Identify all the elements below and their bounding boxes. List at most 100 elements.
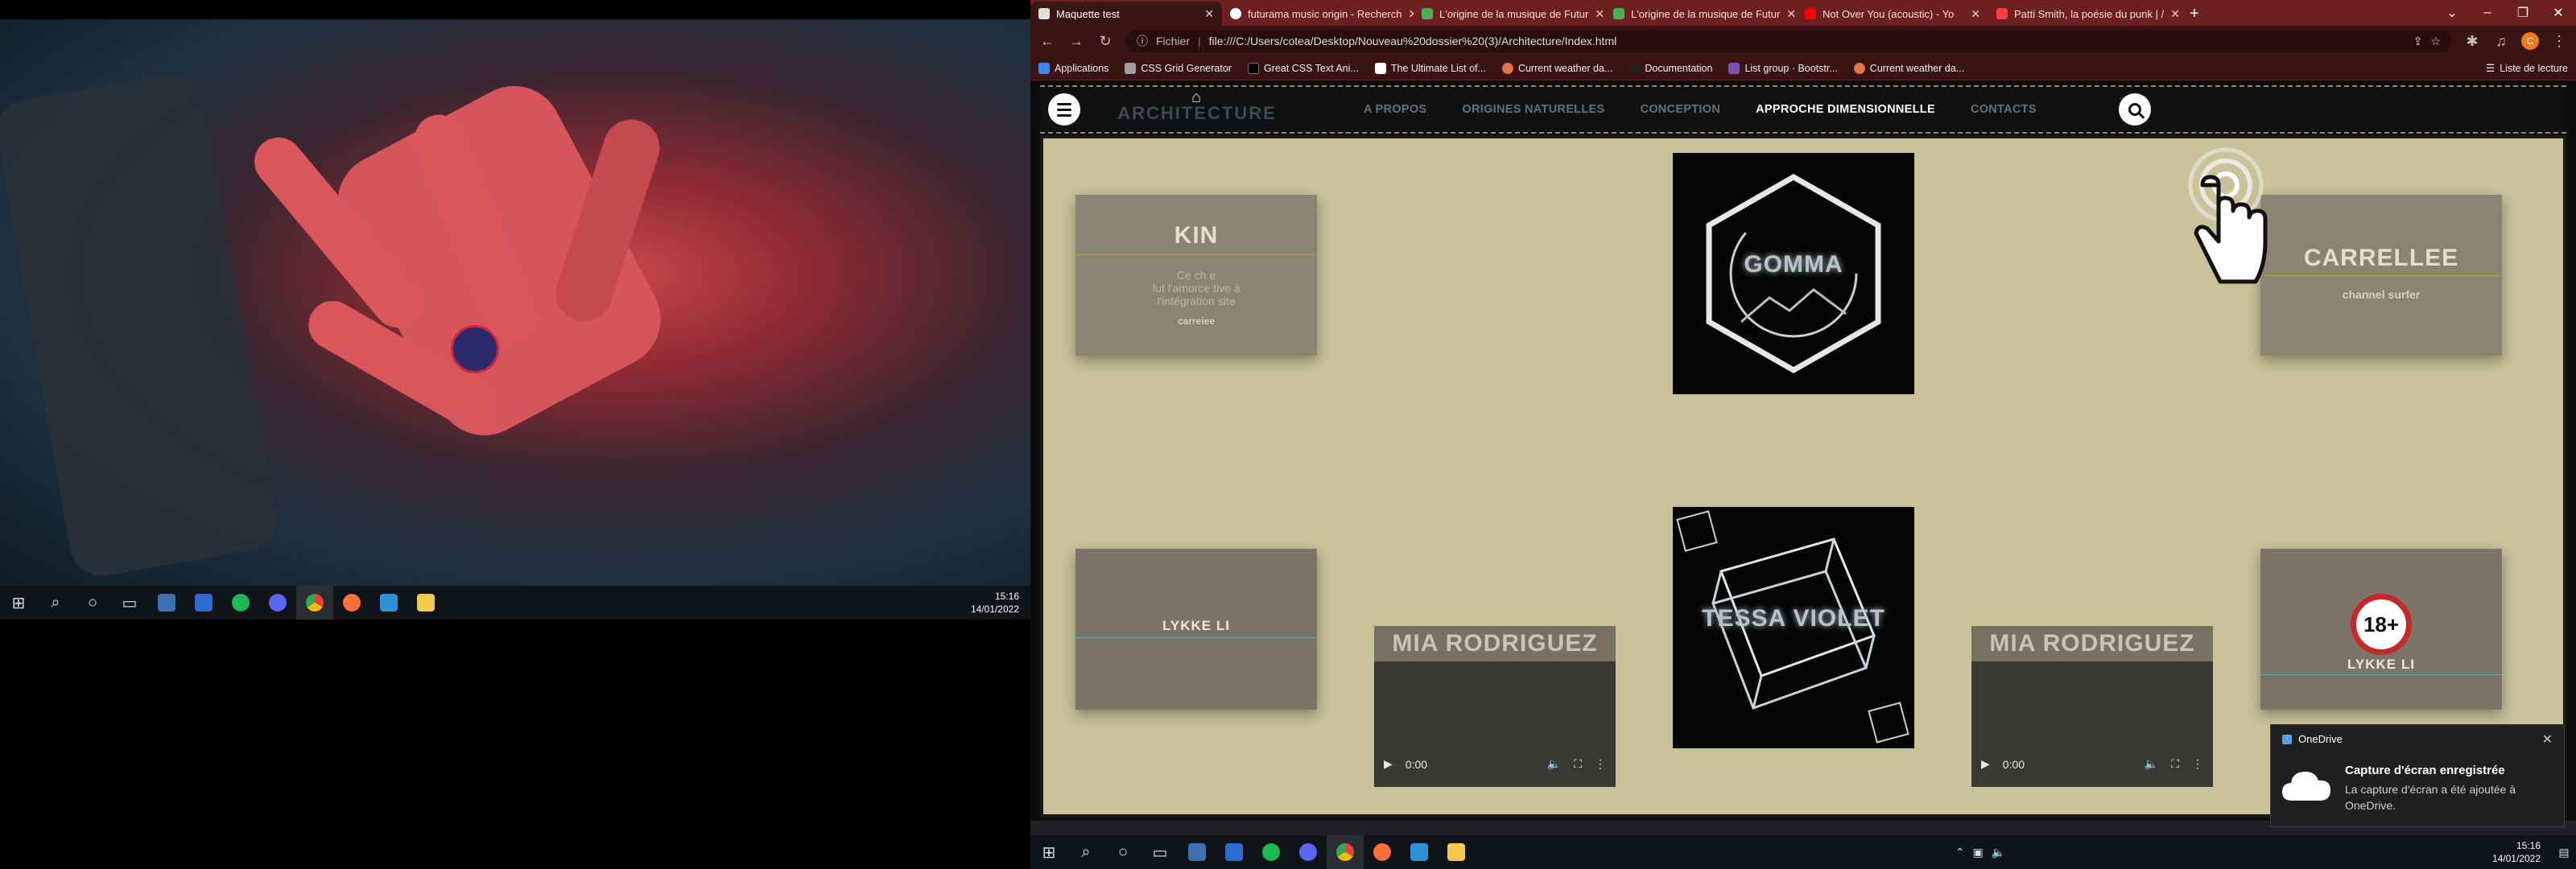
spotify-icon[interactable] (1253, 835, 1290, 869)
vscode-icon[interactable] (1401, 835, 1438, 869)
volume-icon[interactable]: 🔈 (2145, 757, 2158, 771)
extensions-icon[interactable]: ✱ (2463, 33, 2481, 50)
card-gomma[interactable]: GOMMA (1673, 153, 1914, 394)
tab-maquette-test[interactable]: Maquette test ✕ (1030, 2, 1222, 26)
tray-chevron-icon[interactable]: ⌃ (1955, 846, 1965, 859)
card-subtitle: channel surfer (2342, 288, 2421, 301)
discord-icon[interactable] (259, 586, 296, 620)
play-icon[interactable]: ▶ (1384, 757, 1393, 771)
vscode-icon[interactable] (370, 586, 407, 620)
photos-icon[interactable] (185, 586, 222, 620)
address-bar[interactable]: ⓘ Fichier | file:///C:/Users/cotea/Deskt… (1125, 30, 2452, 52)
calculator-icon[interactable] (1179, 835, 1216, 869)
bookmark-star-icon[interactable]: ☆ (2430, 35, 2441, 48)
search-icon[interactable]: ⌕ (1067, 835, 1104, 869)
youtube-favicon-icon (1996, 8, 2008, 19)
nav-link-approche[interactable]: APPROCHE DIMENSIONNELLE (1738, 103, 1953, 116)
task-view-icon[interactable]: ▭ (1141, 835, 1179, 869)
close-tab-icon[interactable]: ✕ (2170, 7, 2180, 21)
right-clock[interactable]: 15:16 14/01/2022 (2492, 839, 2552, 865)
video-card-mia-left[interactable]: MIA RODRIGUEZ ▶ 0:00 🔈 ⛶ ⋮ (1374, 626, 1616, 787)
bookmark-css-text[interactable]: Great CSS Text Ani... (1247, 62, 1359, 74)
bookmark-css-grid[interactable]: CSS Grid Generator (1125, 62, 1232, 74)
back-icon[interactable]: ← (1038, 33, 1056, 50)
forward-icon[interactable]: → (1067, 33, 1085, 50)
card-lykke-li[interactable]: LYKKE LI (1075, 549, 1317, 710)
search-icon[interactable]: ⌕ (37, 586, 74, 620)
left-clock-time: 15:16 (994, 591, 1019, 602)
volume-tray-icon[interactable]: 🔈 (1992, 846, 2005, 859)
restore-icon[interactable]: ❐ (2505, 5, 2541, 21)
nav-link-origines[interactable]: ORIGINES NATURELLES (1444, 103, 1622, 116)
nav-link-contacts[interactable]: CONTACTS (1953, 103, 2054, 116)
cortana-icon[interactable]: ○ (74, 586, 111, 620)
chrome-icon[interactable] (1327, 835, 1364, 869)
card-tessa-violet[interactable]: TESSA VIOLET (1673, 507, 1914, 748)
nav-link-conception[interactable]: CONCEPTION (1622, 103, 1738, 116)
photos-icon[interactable] (1216, 835, 1253, 869)
bookmark-weather-2[interactable]: Current weather da... (1853, 62, 1964, 74)
notification-center-icon[interactable]: ▤ (2552, 846, 2576, 859)
site-logo[interactable]: ARCHITECTURE (1096, 95, 1298, 124)
play-icon[interactable]: ▶ (1981, 757, 1990, 771)
video-time: 0:00 (1405, 757, 1428, 771)
card-carrellee[interactable]: CARRELLEE channel surfer (2260, 195, 2502, 356)
volume-icon[interactable]: 🔈 (1547, 757, 1561, 771)
bookmark-weather-1[interactable]: Current weather da... (1501, 62, 1612, 74)
file-explorer-icon[interactable] (1438, 835, 1475, 869)
window-controls: ⌄ – ❐ ✕ (2434, 0, 2576, 26)
more-menu-icon[interactable]: ⋮ (2550, 33, 2568, 50)
reload-icon[interactable]: ↻ (1096, 33, 1114, 50)
file-explorer-icon[interactable] (407, 586, 444, 620)
bookmark-label: Documentation (1645, 62, 1713, 74)
tab-origine-musique-1[interactable]: L'origine de la musique de Futur ✕ (1414, 2, 1605, 26)
card-kin[interactable]: KIN Ce ch e fut l'amorce tive à l'intégr… (1075, 195, 1317, 356)
firefox-icon[interactable] (1364, 835, 1401, 869)
tab-origine-musique-2[interactable]: L'origine de la musique de Futur ✕ (1605, 2, 1797, 26)
chrome-icon[interactable] (296, 586, 333, 620)
card-lykke-li-18[interactable]: 18+ LYKKE LI (2260, 549, 2502, 710)
close-notification-icon[interactable]: ✕ (2542, 731, 2553, 748)
tab-search-icon[interactable]: ⌄ (2434, 5, 2470, 21)
close-window-icon[interactable]: ✕ (2541, 5, 2576, 21)
cloud-icon (2282, 772, 2330, 801)
close-tab-icon[interactable]: ✕ (1595, 7, 1604, 21)
onedrive-notification[interactable]: OneDrive ✕ Capture d'écran enregistrée L… (2270, 724, 2565, 827)
close-tab-icon[interactable]: ✕ (1204, 7, 1214, 21)
network-icon[interactable]: ▣ (1973, 846, 1984, 859)
site-search-button[interactable] (2118, 93, 2151, 126)
bookmark-documentation[interactable]: Documentation (1629, 62, 1713, 74)
media-icon[interactable]: ♫ (2492, 33, 2510, 50)
bookmark-bootstrap[interactable]: List group · Bootstr... (1728, 62, 1838, 74)
cortana-icon[interactable]: ○ (1104, 835, 1141, 869)
more-options-icon[interactable]: ⋮ (2192, 757, 2203, 771)
info-icon[interactable]: ⓘ (1137, 33, 1148, 49)
fullscreen-icon[interactable]: ⛶ (2171, 757, 2179, 771)
windows-start-icon[interactable]: ⊞ (0, 586, 37, 620)
close-tab-icon[interactable]: ✕ (1786, 7, 1796, 21)
hamburger-menu-button[interactable] (1048, 93, 1080, 126)
bookmark-ultimate-list[interactable]: The Ultimate List of... (1374, 62, 1486, 74)
spotify-icon[interactable] (222, 586, 259, 620)
calculator-icon[interactable] (148, 586, 185, 620)
more-options-icon[interactable]: ⋮ (1595, 757, 1606, 771)
new-tab-button[interactable]: + (2180, 2, 2209, 26)
fullscreen-icon[interactable]: ⛶ (1574, 757, 1582, 771)
tab-patti-smith[interactable]: Patti Smith, la poésie du punk | / ✕ (1988, 2, 2180, 26)
bookmark-applications[interactable]: Applications (1038, 62, 1108, 74)
close-tab-icon[interactable]: ✕ (1971, 7, 1980, 21)
left-clock[interactable]: 15:16 14/01/2022 (971, 590, 1030, 616)
video-card-mia-right[interactable]: MIA RODRIGUEZ ▶ 0:00 🔈 ⛶ ⋮ (1971, 626, 2213, 787)
task-view-icon[interactable]: ▭ (111, 586, 148, 620)
nav-link-a-propos[interactable]: A PROPOS (1346, 103, 1444, 116)
tab-not-over-you[interactable]: Not Over You (acoustic) - Yo ✕ (1797, 2, 1988, 26)
reading-list[interactable]: ☰ Liste de lecture (2486, 62, 2568, 75)
tab-futurama-search[interactable]: futurama music origin - Recherch ✕ (1222, 2, 1414, 26)
notification-title: Capture d'écran enregistrée (2345, 764, 2505, 777)
profile-avatar[interactable]: C (2521, 32, 2539, 50)
windows-start-icon[interactable]: ⊞ (1030, 835, 1067, 869)
share-icon[interactable]: ⇪ (2413, 35, 2423, 48)
minimize-icon[interactable]: – (2470, 6, 2505, 20)
firefox-icon[interactable] (333, 586, 370, 620)
discord-icon[interactable] (1290, 835, 1327, 869)
